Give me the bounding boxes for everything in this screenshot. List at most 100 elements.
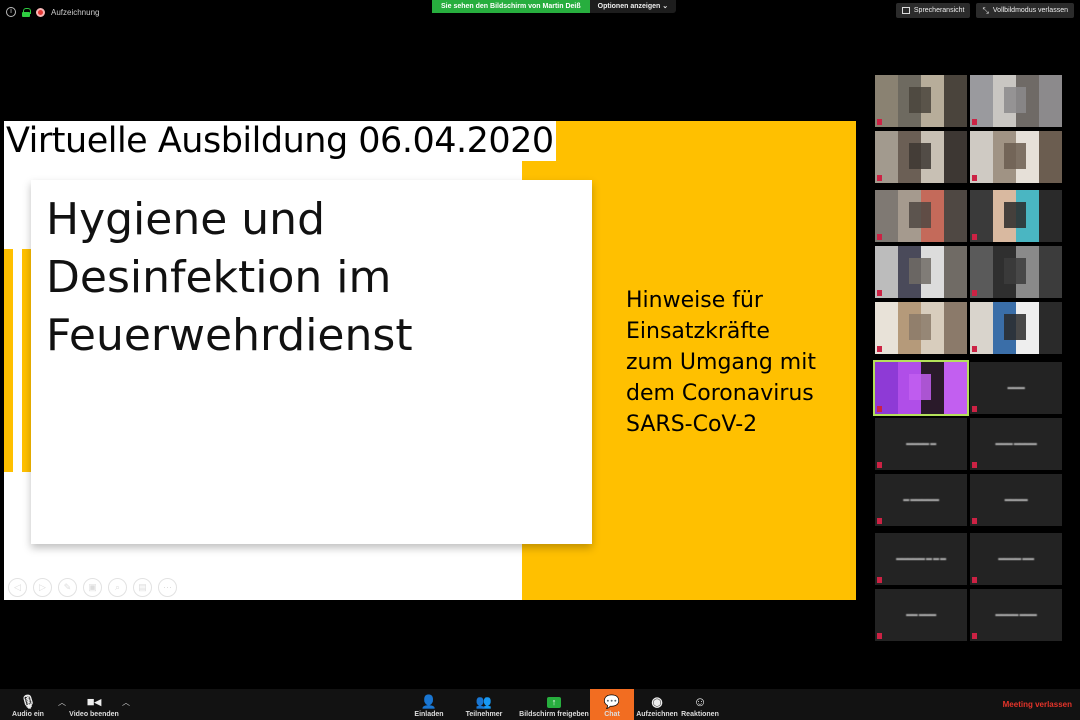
- record-button[interactable]: ◉ Aufzeichnen: [636, 689, 678, 720]
- muted-mic-icon: [877, 633, 882, 639]
- slide-title: Virtuelle Ausbildung 06.04.2020: [6, 121, 556, 161]
- slides-overview-icon[interactable]: ▣: [83, 578, 102, 597]
- view-options-button[interactable]: Optionen anzeigen ⌄: [589, 0, 677, 13]
- info-icon[interactable]: i: [6, 7, 16, 17]
- lock-icon[interactable]: [22, 7, 31, 17]
- participant-face-block: [909, 258, 931, 284]
- participant-video-tile[interactable]: [875, 302, 967, 354]
- participant-name-tile[interactable]: ▬▬▬▬ ▬▬▬: [970, 589, 1062, 641]
- participant-video-tile[interactable]: [970, 246, 1062, 298]
- participant-video-tile[interactable]: [875, 246, 967, 298]
- chat-button[interactable]: 💬 Chat: [590, 689, 634, 720]
- muted-mic-icon: [877, 346, 882, 352]
- pixelated-video-feed: [875, 190, 967, 242]
- slide-subtitle-line: Einsatzkräfte: [626, 319, 770, 344]
- pixelated-video-feed: [875, 75, 967, 127]
- participant-name-tile[interactable]: ▬▬▬▬ ▬: [875, 418, 967, 470]
- slide-heading-line: Hygiene und: [46, 194, 325, 245]
- pixelated-video-feed: [970, 75, 1062, 127]
- recording-icon: [36, 7, 45, 17]
- participant-name: ▬▬▬ ▬▬▬▬: [995, 441, 1037, 447]
- speaker-view-button[interactable]: Sprecheransicht: [895, 3, 971, 18]
- muted-mic-icon: [877, 577, 882, 583]
- participants-icon: 👥: [475, 694, 493, 709]
- zoom-meeting-window: i Aufzeichnung Sie sehen den Bildschirm …: [0, 0, 1080, 720]
- participant-video-tile[interactable]: [875, 190, 967, 242]
- zoom-icon[interactable]: ⌕: [108, 578, 127, 597]
- muted-mic-icon: [877, 119, 882, 125]
- exit-fullscreen-icon: ⤡: [982, 6, 989, 15]
- screen-share-banner: Sie sehen den Bildschirm von Martin Deiß…: [432, 0, 677, 13]
- reactions-label: Reaktionen: [681, 711, 719, 718]
- participant-video-tile[interactable]: [970, 190, 1062, 242]
- next-slide-icon[interactable]: ▷: [33, 578, 52, 597]
- muted-mic-icon: [877, 518, 882, 524]
- share-screen-label: Bildschirm freigeben: [519, 711, 589, 718]
- participant-name-tile[interactable]: ▬▬▬▬: [970, 474, 1062, 526]
- participant-video-tile[interactable]: [873, 360, 969, 416]
- participant-name-tile[interactable]: ▬ ▬▬▬▬▬: [875, 474, 967, 526]
- reactions-button[interactable]: ☺ Reaktionen: [680, 689, 720, 720]
- add-person-icon: 👤: [420, 694, 438, 709]
- view-controls: Sprecheransicht ⤡ Vollbildmodus verlasse…: [895, 3, 1074, 18]
- pixelated-video-feed: [875, 302, 967, 354]
- muted-mic-icon: [972, 462, 977, 468]
- participant-video-tile[interactable]: [970, 302, 1062, 354]
- more-options-icon[interactable]: ⋯: [158, 578, 177, 597]
- audio-options-caret-icon[interactable]: ︿: [58, 697, 66, 708]
- meeting-status-bar: i Aufzeichnung: [6, 5, 99, 19]
- invite-label: Einladen: [414, 711, 444, 718]
- participant-face-block: [1004, 87, 1026, 113]
- participant-video-tile[interactable]: [875, 131, 967, 183]
- muted-mic-icon: [877, 290, 882, 296]
- participants-button[interactable]: 👥 Teilnehmer: [462, 689, 506, 720]
- video-label: Video beenden: [69, 711, 119, 718]
- pixelated-video-feed: [875, 131, 967, 183]
- subtitles-icon[interactable]: ▤: [133, 578, 152, 597]
- participant-name: ▬▬▬▬ ▬▬▬: [995, 612, 1037, 618]
- muted-mic-icon: [877, 406, 882, 412]
- pixelated-video-feed: [970, 246, 1062, 298]
- muted-mic-icon: [972, 119, 977, 125]
- participant-video-tile[interactable]: [875, 75, 967, 127]
- pixelated-video-feed: [970, 190, 1062, 242]
- previous-slide-icon[interactable]: ◁: [8, 578, 27, 597]
- participant-name-tile[interactable]: ▬▬▬▬▬ ▬ ▬ ▬: [875, 533, 967, 585]
- exit-fullscreen-button[interactable]: ⤡ Vollbildmodus verlassen: [976, 3, 1074, 18]
- muted-mic-icon: [972, 633, 977, 639]
- muted-mic-icon: [972, 518, 977, 524]
- invite-button[interactable]: 👤 Einladen: [411, 689, 447, 720]
- slide-subtitle-line: SARS-CoV-2: [626, 412, 758, 437]
- participant-face-block: [909, 374, 931, 400]
- share-screen-button[interactable]: ↑ Bildschirm freigeben: [518, 689, 590, 720]
- participant-video-tile[interactable]: [970, 131, 1062, 183]
- participant-face-block: [1004, 143, 1026, 169]
- participant-name-tile[interactable]: ▬▬▬ ▬▬▬▬: [970, 418, 1062, 470]
- pixelated-video-feed: [875, 246, 967, 298]
- participants-label: Teilnehmer: [465, 711, 503, 718]
- shared-screen-slide: Virtuelle Ausbildung 06.04.2020 Hygiene …: [4, 121, 856, 600]
- slide-subtitle-line: Hinweise für: [626, 288, 763, 313]
- participant-name-tile[interactable]: ▬▬▬: [970, 362, 1062, 414]
- video-button[interactable]: ■◂ Video beenden: [68, 689, 120, 720]
- share-screen-icon: ↑: [547, 697, 561, 708]
- participant-face-block: [1004, 258, 1026, 284]
- pen-icon[interactable]: ✎: [58, 578, 77, 597]
- pixelated-video-feed: [970, 131, 1062, 183]
- participant-face-block: [1004, 314, 1026, 340]
- muted-mic-icon: [972, 175, 977, 181]
- participant-video-tile[interactable]: [970, 75, 1062, 127]
- slide-subtitle-line: dem Coronavirus: [626, 381, 814, 406]
- exit-fullscreen-label: Vollbildmodus verlassen: [992, 7, 1068, 14]
- participant-name-tile[interactable]: ▬▬▬▬ ▬▬: [970, 533, 1062, 585]
- participant-face-block: [909, 314, 931, 340]
- audio-button[interactable]: 🎙 Audio ein: [8, 689, 48, 720]
- leave-meeting-button[interactable]: Meeting verlassen: [1003, 700, 1072, 709]
- slide-subtitle: Hinweise für Einsatzkräfte zum Umgang mi…: [626, 285, 816, 440]
- slide-accent-bar: [22, 249, 31, 472]
- pixelated-video-feed: [875, 362, 967, 414]
- participant-name-tile[interactable]: ▬▬ ▬▬▬: [875, 589, 967, 641]
- video-options-caret-icon[interactable]: ︿: [122, 697, 130, 708]
- muted-mic-icon: [972, 290, 977, 296]
- presentation-controls: ◁ ▷ ✎ ▣ ⌕ ▤ ⋯: [8, 578, 177, 597]
